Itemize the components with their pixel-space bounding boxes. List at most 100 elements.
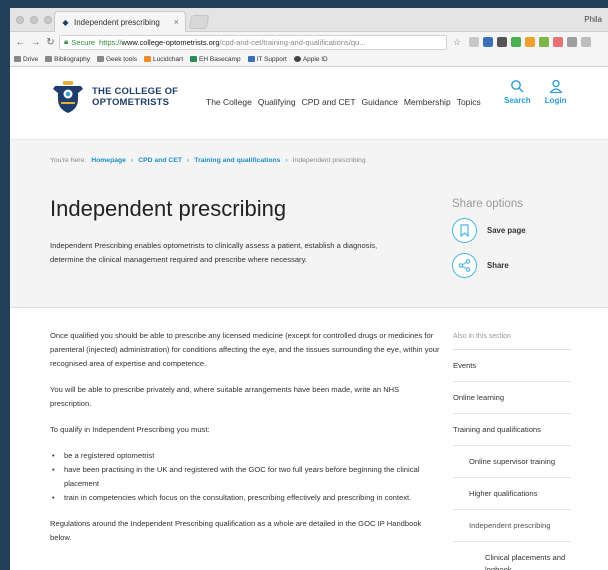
sidebar-item-clinical-placements[interactable]: Clinical placements and logbook [453, 542, 571, 570]
back-arrow-icon[interactable]: ← [14, 37, 27, 48]
college-favicon-icon: ◆ [62, 17, 69, 27]
share-options-title: Share options [452, 198, 523, 210]
browser-window: ◆ Independent prescribing × Phila ← → ↻ … [10, 8, 608, 570]
page-hero: You're here: Homepage › CPD and CET › Tr… [10, 140, 608, 308]
page-intro: Independent Prescribing enables optometr… [50, 241, 378, 264]
content-paragraph: You will be able to prescribe privately … [50, 385, 400, 408]
apple-icon [293, 56, 301, 62]
share-label: Share [487, 261, 509, 270]
sidebar-item-events[interactable]: Events [453, 350, 571, 382]
bookmark-star-icon[interactable]: ☆ [453, 37, 461, 48]
tab-title: Independent prescribing [74, 17, 160, 27]
secure-label: Secure [71, 37, 96, 47]
search-button[interactable]: Search [504, 79, 531, 105]
save-page-button[interactable]: Save page [452, 218, 526, 243]
address-bar[interactable]: 🔒︎ Secure https:// www.college-optometri… [59, 34, 447, 50]
bookmark-drive[interactable]: Drive [14, 56, 38, 63]
maximize-window-button[interactable] [44, 16, 52, 24]
close-window-button[interactable] [16, 16, 24, 24]
main-navigation: The College Qualifying CPD and CET Guida… [206, 97, 481, 107]
college-logo[interactable]: THE COLLEGE OF OPTOMETRISTS [50, 79, 178, 115]
nav-qualifying[interactable]: Qualifying [258, 97, 296, 107]
search-label: Search [504, 96, 531, 105]
new-tab-button[interactable] [188, 15, 210, 29]
sidebar-item-online-learning[interactable]: Online learning [453, 382, 571, 414]
nav-cpd-and-cet[interactable]: CPD and CET [302, 97, 356, 107]
bookmark-bibliography[interactable]: Bibliography [45, 56, 90, 63]
breadcrumb-cpd-and-cet[interactable]: CPD and CET [138, 157, 182, 164]
share-options: Share options Save page Share [452, 198, 526, 288]
bookmark-basecamp[interactable]: EH Basecamp [190, 56, 241, 63]
list-item: train in competencies which focus on the… [50, 491, 442, 505]
nav-the-college[interactable]: The College [206, 97, 252, 107]
url-path: /cpd-and-cet/training-and-qualifications… [219, 37, 366, 47]
section-sidebar: Also in this section Events Online learn… [453, 329, 571, 570]
sidebar-item-higher-qualifications[interactable]: Higher qualifications [453, 478, 571, 510]
breadcrumb: You're here: Homepage › CPD and CET › Tr… [50, 157, 366, 164]
tab-bar: ◆ Independent prescribing × Phila [10, 8, 608, 32]
bookmark-label: EH Basecamp [199, 55, 241, 63]
url-host: www.college-optometrists.org [121, 37, 220, 47]
bookmark-apple-id[interactable]: Apple ID [293, 55, 328, 63]
bookmark-geek-tools[interactable]: Geek tools [96, 55, 138, 63]
nav-membership[interactable]: Membership [404, 97, 451, 107]
sidebar-item-independent-prescribing[interactable]: Independent prescribing [453, 510, 571, 542]
folder-icon [45, 56, 53, 62]
nav-guidance[interactable]: Guidance [362, 97, 398, 107]
logo-text: THE COLLEGE OF OPTOMETRISTS [92, 86, 178, 108]
save-page-circle [452, 218, 477, 243]
share-circle [452, 253, 477, 278]
chevron-right-icon: › [285, 157, 288, 164]
crest-icon [53, 81, 83, 113]
extension-icon[interactable] [483, 37, 494, 47]
share-button[interactable]: Share [452, 253, 526, 278]
bookmark-lucidchart[interactable]: Lucidchart [144, 56, 183, 63]
it-support-icon [247, 56, 255, 62]
breadcrumb-homepage[interactable]: Homepage [91, 157, 126, 164]
lock-icon: 🔒︎ [64, 37, 69, 46]
bookmark-it-support[interactable]: IT Support [247, 55, 287, 63]
basecamp-icon [190, 56, 198, 62]
extension-icon[interactable] [469, 37, 480, 47]
browser-toolbar: ← → ↻ 🔒︎ Secure https:// www.college-opt… [10, 32, 608, 52]
nav-topics[interactable]: Topics [457, 97, 481, 107]
url-protocol: https:// [99, 37, 122, 47]
site-header: THE COLLEGE OF OPTOMETRISTS The College … [10, 67, 608, 140]
share-icon [458, 259, 471, 272]
minimize-window-button[interactable] [30, 16, 38, 24]
window-controls [16, 16, 52, 24]
logo-line-2: OPTOMETRISTS [92, 97, 170, 108]
extension-icon[interactable] [511, 37, 522, 47]
chevron-right-icon: › [187, 157, 190, 164]
bookmark-label: Geek tools [105, 55, 138, 63]
main-content: Once qualified you should be able to pre… [50, 329, 442, 557]
forward-arrow-icon[interactable]: → [29, 37, 42, 48]
bookmark-label: IT Support [256, 55, 287, 63]
extension-icons [469, 37, 592, 47]
sidebar-item-training-and-qualifications[interactable]: Training and qualifications [453, 414, 571, 446]
breadcrumb-current: Independent prescribing [292, 157, 366, 164]
login-label: Login [544, 96, 567, 105]
profile-name[interactable]: Phila [584, 15, 602, 24]
extension-icon[interactable] [525, 37, 536, 47]
extension-icon[interactable] [497, 37, 508, 47]
sidebar-item-online-supervisor-training[interactable]: Online supervisor training [453, 446, 571, 478]
content-paragraph: To qualify in Independent Prescribing yo… [50, 425, 210, 434]
bookmarks-bar: Drive Bibliography Geek tools Lucidchart… [10, 52, 608, 67]
extension-icon[interactable] [553, 37, 564, 47]
login-button[interactable]: Login [544, 79, 567, 105]
breadcrumb-training-and-qualifications[interactable]: Training and qualifications [194, 157, 280, 164]
bookmark-label: Apple ID [302, 55, 328, 63]
extension-icon[interactable] [581, 37, 592, 47]
sidebar-heading: Also in this section [453, 329, 571, 350]
bookmark-label: Drive [23, 55, 39, 63]
chevron-right-icon: › [130, 157, 134, 164]
extension-icon[interactable] [567, 37, 578, 47]
bookmark-label: Lucidchart [153, 55, 184, 63]
browser-tab[interactable]: ◆ Independent prescribing × [54, 11, 186, 32]
tab-close-icon[interactable]: × [174, 17, 179, 27]
header-actions: Search Login [504, 79, 566, 105]
user-icon [548, 79, 563, 93]
reload-icon[interactable]: ↻ [44, 37, 57, 48]
extension-icon[interactable] [539, 37, 550, 47]
